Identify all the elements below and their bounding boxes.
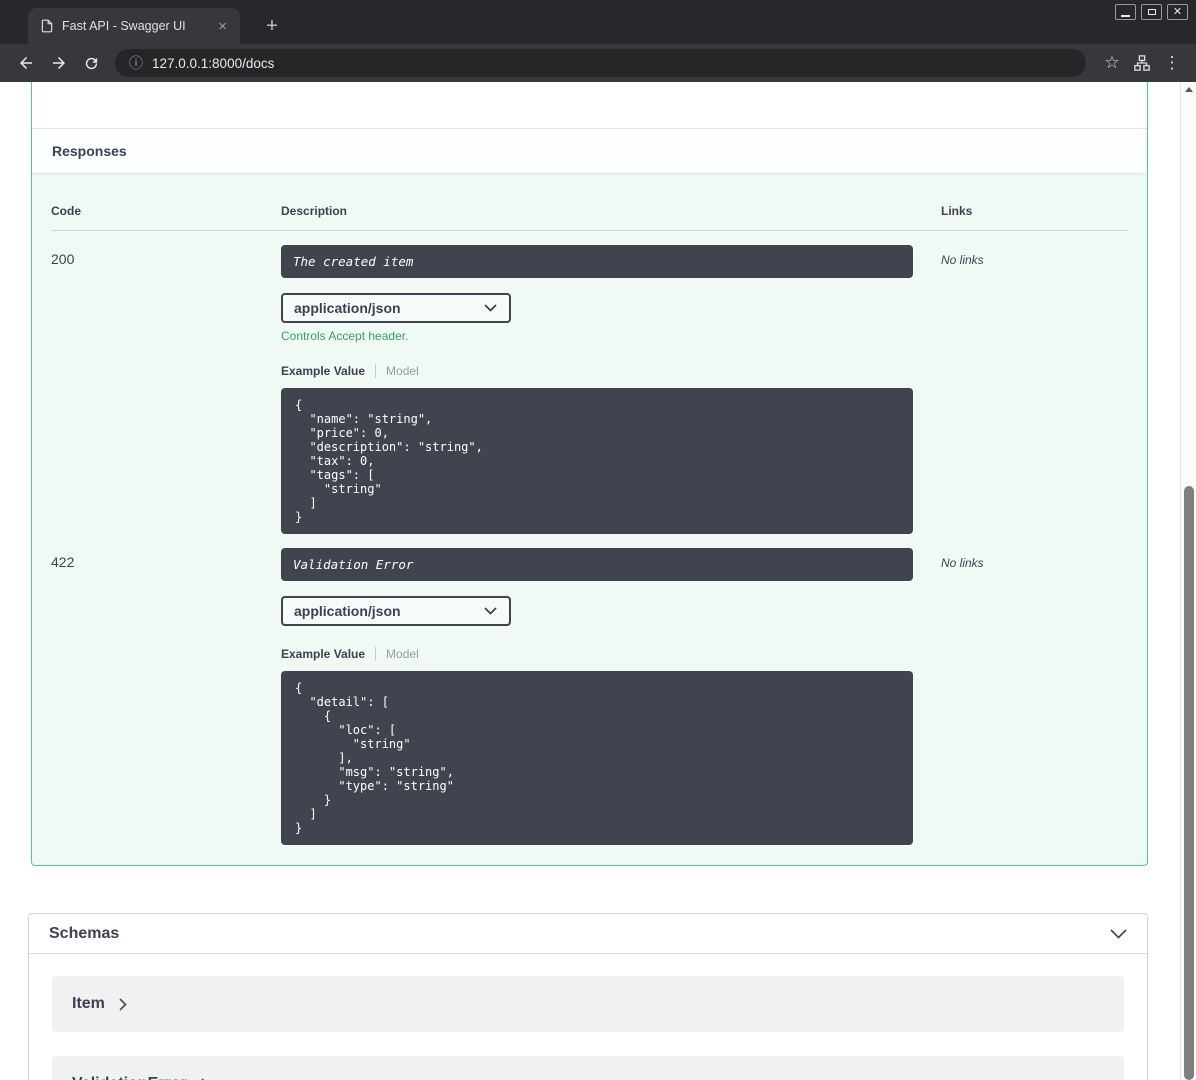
response-code: 200 [51,251,75,267]
accept-header-note: Controls Accept header. [281,329,409,343]
response-links: No links [941,253,984,267]
column-links: Links [941,204,973,218]
opblock-post: Responses Code Description Links 200 The… [31,82,1148,866]
minimize-icon [1121,15,1130,17]
media-type-select[interactable]: application/json [281,596,511,626]
sitemap-icon [1134,55,1150,71]
responses-section-header: Responses [32,128,1147,174]
response-description: Validation Error [281,548,913,581]
browser-tab[interactable]: Fast API - Swagger UI × [28,8,240,44]
site-info-icon[interactable]: ⓘ [129,56,143,70]
back-button[interactable] [10,48,41,78]
scrollbar-up-button[interactable] [1181,82,1196,97]
scroll-up-arrow-icon [1184,87,1193,92]
model-validationerror[interactable]: ValidationError [52,1056,1124,1080]
example-json-block: { "detail": [ { "loc": [ "string" ], "ms… [281,671,913,845]
tab-model[interactable]: Model [386,647,419,661]
response-description-cell: Validation Error application/json Exampl… [281,548,941,845]
forward-icon [52,57,65,69]
chevron-down-icon [484,304,497,312]
column-code: Code [51,204,81,218]
opblock-top-strip [32,82,1147,128]
responses-title: Responses [52,143,127,159]
model-name: ValidationError [72,1075,187,1080]
responses-table-header: Code Description Links [51,174,1128,231]
browser-menu-button[interactable]: ⋮ [1158,49,1186,77]
example-json-block: { "name": "string", "price": 0, "descrip… [281,388,913,534]
schemas-title: Schemas [49,924,120,942]
media-type-select[interactable]: application/json [281,293,511,323]
schemas-body: Item ValidationError [29,954,1147,1080]
page-content: Responses Code Description Links 200 The… [0,82,1180,1080]
response-row-200: 200 The created item application/json Co… [51,231,1128,534]
address-bar[interactable]: ⓘ 127.0.0.1:8000/docs [115,49,1086,77]
vertical-scrollbar[interactable] [1180,82,1196,1080]
close-button[interactable]: ✕ [1167,4,1188,20]
minimize-button[interactable] [1115,4,1136,20]
response-links: No links [941,556,984,570]
media-type-value: application/json [294,603,401,619]
example-model-tabs: Example Value Model [281,647,941,661]
model-name: Item [72,995,105,1012]
model-item[interactable]: Item [52,976,1124,1032]
reload-icon [85,57,98,69]
page-favicon-icon [40,19,54,33]
swagger-page: Responses Code Description Links 200 The… [0,82,1196,1080]
bookmark-button[interactable]: ☆ [1098,49,1126,77]
chevron-down-icon [484,607,497,615]
maximize-button[interactable] [1141,4,1162,20]
responses-table: Code Description Links 200 The created i… [32,174,1147,865]
chevron-down-icon [1110,928,1127,939]
response-row-422: 422 Validation Error application/json Ex… [51,534,1128,845]
tab-example-value[interactable]: Example Value [281,364,365,378]
media-type-value: application/json [294,300,401,316]
maximize-icon [1147,9,1156,15]
response-description: The created item [281,245,913,278]
column-description: Description [281,204,348,218]
kebab-menu-icon: ⋮ [1163,53,1181,72]
tab-title: Fast API - Swagger UI [62,19,186,33]
schemas-header[interactable]: Schemas [29,914,1147,954]
schemas-section: Schemas Item ValidationError [28,913,1148,1080]
reload-button[interactable] [76,48,107,78]
scrollbar-thumb[interactable] [1184,486,1194,1080]
example-model-tabs: Example Value Model [281,364,941,378]
browser-titlebar: Fast API - Swagger UI × + ✕ [0,0,1196,44]
browser-toolbar: ⓘ 127.0.0.1:8000/docs ☆ ⋮ [0,44,1196,82]
tab-divider [375,647,377,661]
star-icon: ☆ [1104,53,1120,72]
back-icon [19,57,32,69]
window-controls: ✕ [1115,4,1188,20]
tab-example-value[interactable]: Example Value [281,647,365,661]
extensions-button[interactable] [1128,49,1156,77]
new-tab-button[interactable]: + [258,12,286,40]
close-icon: ✕ [1172,5,1183,18]
url-text: 127.0.0.1:8000/docs [152,55,275,71]
tab-model[interactable]: Model [386,364,419,378]
chevron-right-icon [119,997,127,1011]
tab-divider [375,364,377,378]
tab-close-icon[interactable]: × [215,18,230,35]
response-code: 422 [51,554,75,570]
forward-button[interactable] [43,48,74,78]
response-description-cell: The created item application/json Contro… [281,245,941,534]
